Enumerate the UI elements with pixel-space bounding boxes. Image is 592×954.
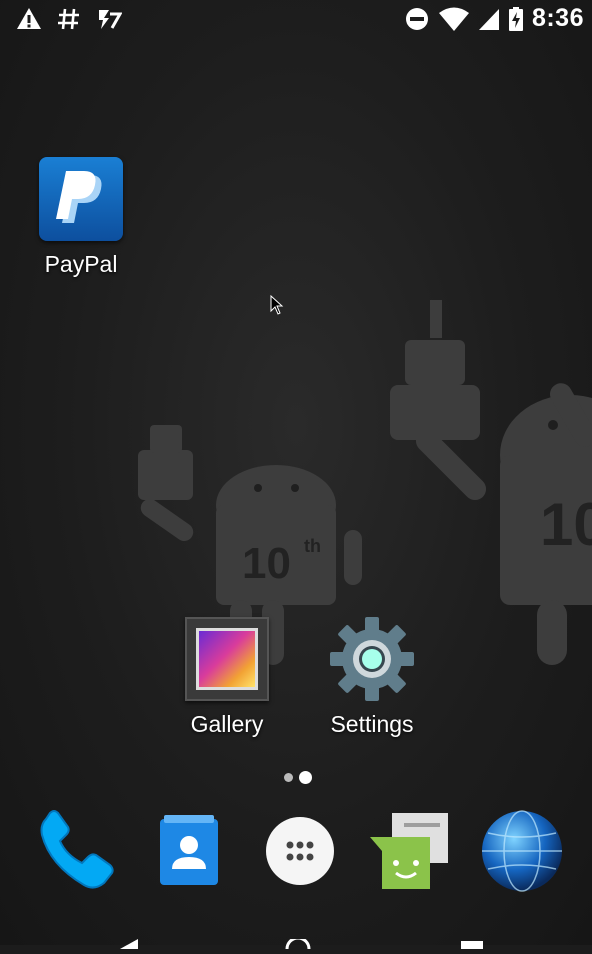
mouse-cursor-icon [270, 294, 284, 320]
wifi-icon [438, 6, 470, 32]
app-paypal[interactable]: PayPal [20, 157, 142, 278]
paypal-icon [39, 157, 123, 241]
android-10th-birthday-wallpaper-art: 10 th 10 [138, 300, 592, 665]
svg-text:th: th [304, 536, 321, 556]
warning-icon [16, 6, 42, 32]
app-gallery[interactable]: Gallery [166, 617, 288, 738]
gallery-icon [185, 617, 269, 701]
svg-text:10: 10 [242, 539, 291, 588]
wallpaper: 10 th 10 [0, 0, 592, 945]
dock [0, 805, 592, 900]
back-icon[interactable] [118, 936, 142, 954]
app-label-settings: Settings [330, 711, 414, 737]
svg-text:10: 10 [540, 491, 592, 558]
dock-phone[interactable] [30, 805, 122, 897]
page-indicator [284, 771, 312, 784]
navigation-bar [0, 900, 592, 950]
app-label-gallery: Gallery [190, 711, 264, 737]
dock-browser[interactable] [476, 805, 568, 897]
status-bar: 8:36 [0, 0, 592, 40]
browser-globe-icon [482, 810, 562, 892]
do-not-disturb-icon [404, 6, 430, 32]
phone-icon [40, 810, 114, 889]
contacts-icon [160, 815, 218, 885]
page-dot-2-active[interactable] [299, 771, 312, 784]
dock-messaging[interactable] [362, 805, 454, 897]
page-dot-1[interactable] [284, 773, 293, 782]
messaging-icon [370, 813, 448, 889]
signal-icon [478, 6, 500, 32]
recents-icon[interactable] [460, 936, 484, 954]
settings-gear-icon [330, 617, 414, 701]
status-clock: 8:36 [531, 4, 584, 32]
battery-charging-icon [508, 6, 524, 32]
dock-contacts[interactable] [142, 805, 234, 897]
dock-app-drawer[interactable] [254, 805, 346, 897]
app-settings[interactable]: Settings [312, 617, 432, 738]
status-right-icons: 8:36 [404, 4, 584, 33]
home-icon[interactable] [285, 936, 311, 954]
app-label-paypal: PayPal [44, 251, 118, 277]
status-left-icons [16, 6, 123, 32]
notification-icon [96, 6, 123, 32]
hashtag-icon [56, 6, 82, 32]
app-drawer-icon [266, 817, 334, 885]
